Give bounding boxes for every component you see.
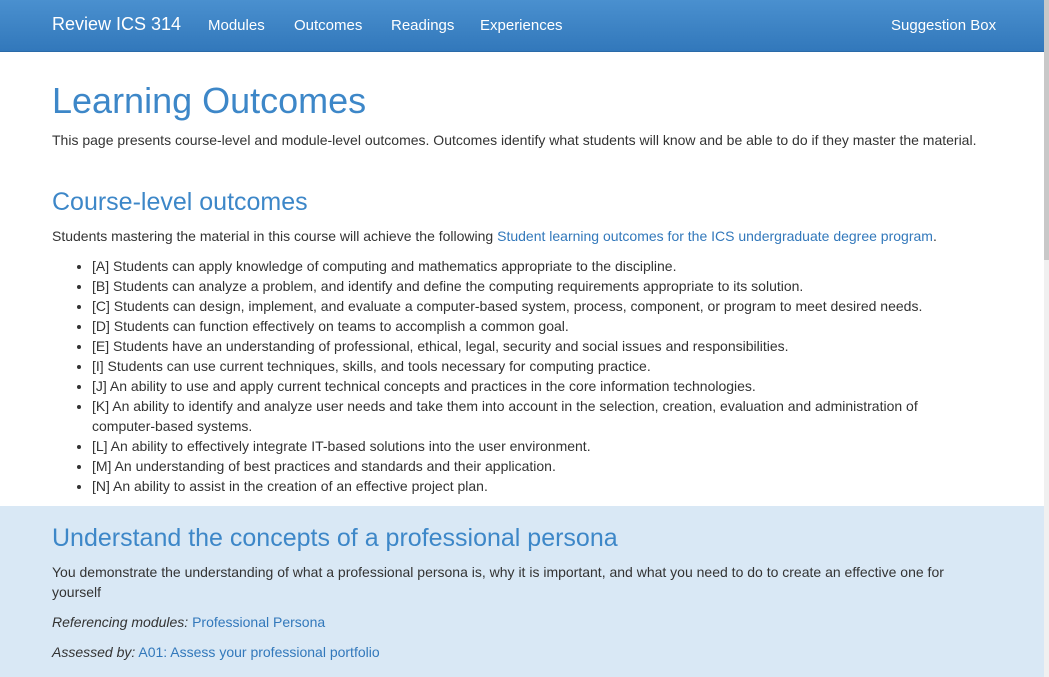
outcome-item: [C] Students can design, implement, and … xyxy=(92,296,982,316)
course-level-intro: Students mastering the material in this … xyxy=(52,226,937,246)
nav-outcomes[interactable]: Outcomes xyxy=(294,17,362,34)
outcome-item: [E] Students have an understanding of pr… xyxy=(92,336,982,356)
professional-persona-link[interactable]: Professional Persona xyxy=(192,614,325,630)
top-navbar: Review ICS 314 Modules Outcomes Readings… xyxy=(0,0,1044,52)
page-intro: This page presents course-level and modu… xyxy=(52,132,977,148)
referencing-label: Referencing modules: xyxy=(52,614,189,630)
outcome-item: [I] Students can use current techniques,… xyxy=(92,356,982,376)
referencing-modules: Referencing modules: Professional Person… xyxy=(52,612,325,632)
outcome-item: [D] Students can function effectively on… xyxy=(92,316,982,336)
course-intro-text: Students mastering the material in this … xyxy=(52,228,498,244)
brand-link[interactable]: Review ICS 314 xyxy=(52,14,181,35)
outcome-item: [B] Students can analyze a problem, and … xyxy=(92,276,982,296)
nav-experiences[interactable]: Experiences xyxy=(480,17,563,34)
assessed-label: Assessed by: xyxy=(52,644,136,660)
outcome-item: [J] An ability to use and apply current … xyxy=(92,376,982,396)
outcome-item: [L] An ability to effectively integrate … xyxy=(92,436,982,456)
scrollbar[interactable] xyxy=(1044,0,1049,677)
course-outcomes-list: [A] Students can apply knowledge of comp… xyxy=(52,256,982,496)
nav-suggestion-box[interactable]: Suggestion Box xyxy=(891,17,996,34)
outcome-heading: Understand the concepts of a professiona… xyxy=(52,524,618,552)
outcome-item: [A] Students can apply knowledge of comp… xyxy=(92,256,982,276)
outcome-description: You demonstrate the understanding of wha… xyxy=(52,564,944,600)
scrollbar-thumb[interactable] xyxy=(1044,0,1049,260)
nav-modules[interactable]: Modules xyxy=(208,17,265,34)
course-level-heading: Course-level outcomes xyxy=(52,188,308,216)
nav-readings[interactable]: Readings xyxy=(391,17,454,34)
outcome-item: [N] An ability to assist in the creation… xyxy=(92,476,982,496)
outcome-item: [M] An understanding of best practices a… xyxy=(92,456,982,476)
outcome-item: [K] An ability to identify and analyze u… xyxy=(92,396,982,436)
page-title: Learning Outcomes xyxy=(52,80,367,121)
course-intro-suffix: . xyxy=(932,228,937,244)
slo-link[interactable]: Student learning outcomes for the ICS un… xyxy=(497,228,933,244)
assessed-by: Assessed by: A01: Assess your profession… xyxy=(52,642,380,662)
assessment-link[interactable]: A01: Assess your professional portfolio xyxy=(138,644,379,660)
